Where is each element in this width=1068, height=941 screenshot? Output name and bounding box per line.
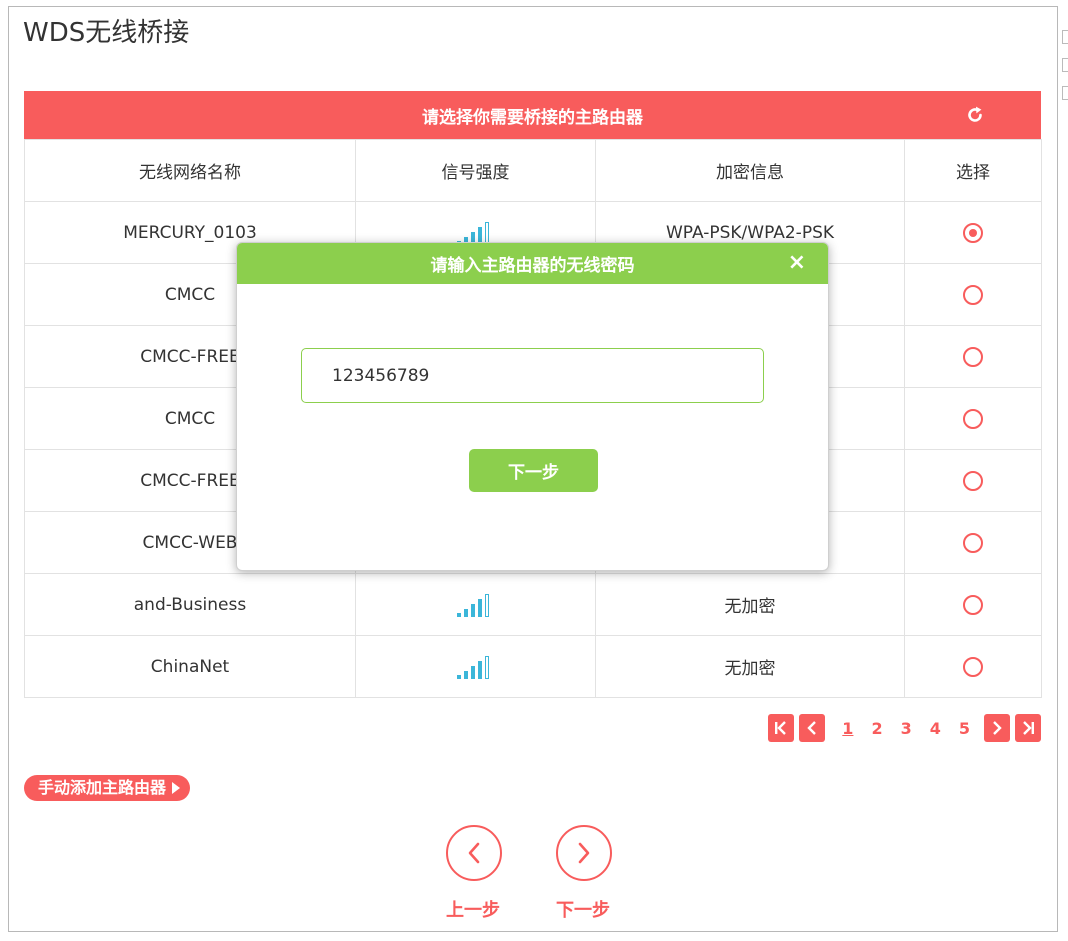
select-cell (904, 511, 1042, 574)
pagination: 1 2 3 4 5 (763, 714, 1041, 742)
next-step-button[interactable] (556, 825, 612, 881)
last-page-icon (1023, 721, 1034, 735)
select-radio[interactable] (963, 656, 983, 677)
chevron-left-icon (807, 721, 817, 735)
table-row[interactable]: ChinaNet 无加密 (24, 635, 1042, 698)
first-page-button[interactable] (768, 714, 795, 742)
select-radio[interactable] (963, 284, 983, 305)
column-header-encryption: 加密信息 (595, 139, 905, 202)
select-cell (904, 263, 1042, 326)
dialog-header: 请输入主路由器的无线密码 × (237, 243, 828, 284)
add-router-label: 手动添加主路由器 (38, 778, 167, 797)
next-page-button[interactable] (984, 714, 1010, 742)
column-header-select: 选择 (904, 139, 1042, 202)
prev-step-button[interactable] (446, 825, 502, 881)
page-number-3[interactable]: 3 (901, 719, 912, 738)
select-cell (904, 325, 1042, 388)
close-icon[interactable]: × (788, 252, 806, 274)
select-cell (904, 449, 1042, 512)
add-router-button[interactable]: 手动添加主路由器 (24, 775, 191, 801)
select-radio[interactable] (963, 408, 983, 429)
encryption-cell: 无加密 (595, 573, 905, 636)
ssid-cell: and-Business (24, 573, 356, 636)
column-header-ssid: 无线网络名称 (24, 139, 356, 202)
first-page-icon (775, 721, 787, 735)
signal-strength-icon (456, 655, 489, 679)
page-number-1[interactable]: 1 (842, 719, 853, 738)
play-arrow-icon (172, 782, 181, 794)
table-row[interactable]: and-Business 无加密 (24, 573, 1042, 636)
prev-step-label[interactable]: 上一步 (446, 896, 500, 922)
page-number-4[interactable]: 4 (930, 719, 941, 738)
dialog-next-button[interactable]: 下一步 (469, 449, 598, 492)
prev-page-button[interactable] (799, 714, 826, 742)
select-radio[interactable] (963, 594, 983, 615)
select-radio[interactable] (963, 222, 983, 243)
table-header-title: 请选择你需要桥接的主路由器 (422, 107, 643, 128)
select-cell (904, 387, 1042, 450)
select-cell (904, 635, 1042, 698)
signal-strength-icon (456, 593, 489, 617)
ssid-cell: ChinaNet (24, 635, 356, 698)
select-radio[interactable] (963, 532, 983, 553)
refresh-icon[interactable] (965, 105, 985, 125)
page-title: WDS无线桥接 (23, 18, 190, 48)
chevron-right-icon (993, 721, 1002, 735)
signal-cell (355, 573, 596, 636)
chevron-left-icon (468, 842, 480, 864)
page-number-2[interactable]: 2 (871, 719, 882, 738)
select-cell (904, 201, 1042, 264)
side-scroll-strip (1062, 30, 1068, 120)
next-step-label[interactable]: 下一步 (556, 896, 610, 922)
table-header-bar: 请选择你需要桥接的主路由器 (24, 91, 1041, 139)
page-number-5[interactable]: 5 (959, 719, 970, 738)
chevron-right-icon (578, 842, 590, 864)
password-dialog: 请输入主路由器的无线密码 × 下一步 (236, 242, 829, 571)
password-input[interactable] (301, 348, 764, 403)
encryption-cell: 无加密 (595, 635, 905, 698)
column-header-signal: 信号强度 (355, 139, 596, 202)
table-column-header-row: 无线网络名称 信号强度 加密信息 选择 (24, 139, 1042, 202)
select-cell (904, 573, 1042, 636)
dialog-title: 请输入主路由器的无线密码 (430, 256, 635, 276)
last-page-button[interactable] (1015, 714, 1041, 742)
select-radio[interactable] (963, 346, 983, 367)
signal-cell (355, 635, 596, 698)
select-radio[interactable] (963, 470, 983, 491)
